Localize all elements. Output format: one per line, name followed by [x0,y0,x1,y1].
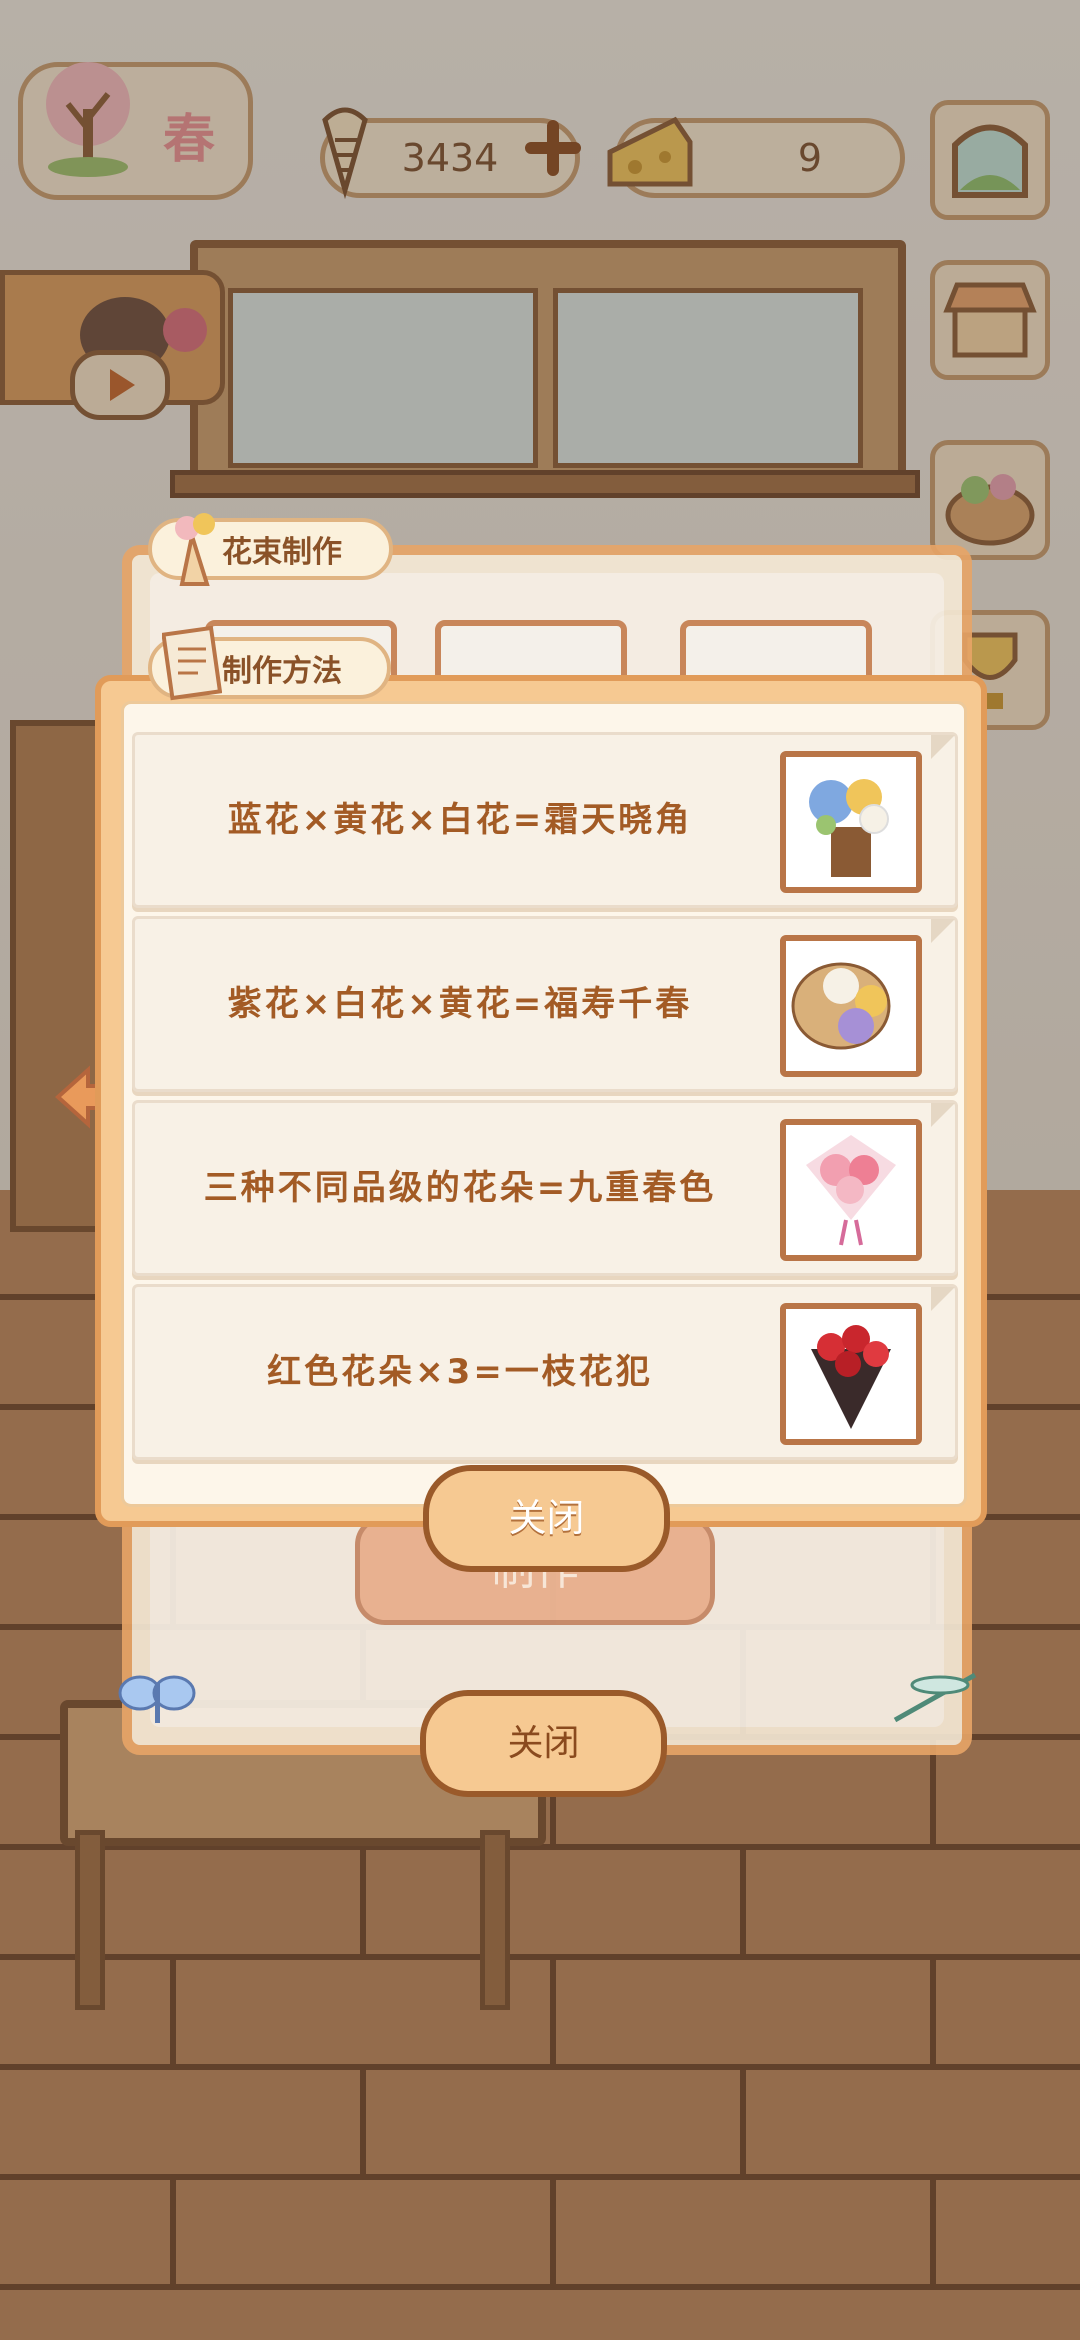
close-button[interactable]: 关闭 [423,1465,670,1572]
basket-bouquet-icon [780,935,922,1077]
dragonfly-icon [893,1672,977,1723]
bouquet-making-title-text: 花束制作 [222,535,342,570]
pink-bouquet-icon [780,1119,922,1261]
red-rose-bouquet-icon [780,1303,922,1445]
butterfly-icon [118,1675,196,1723]
recipe-row: 三种不同品级的花朵=九重春色 [132,1100,958,1276]
recipe-formula: 三种不同品级的花朵=九重春色 [203,1168,717,1208]
recipe-panel: 蓝花×黄花×白花=霜天晓角 紫花×白花×黄花=福寿千春 三种不同品级的花朵=九重… [95,675,987,1527]
recipe-formula: 红色花朵×3=一枝花犯 [267,1352,653,1392]
bouquet-icon [175,513,215,586]
recipe-row: 紫花×白花×黄花=福寿千春 [132,916,958,1092]
recipe-panel-title: 制作方法 [148,625,391,701]
recipe-panel-title-text: 制作方法 [222,654,342,689]
back-close-button[interactable]: 关闭 [420,1690,667,1797]
note-icon [162,625,222,701]
recipe-list: 蓝花×黄花×白花=霜天晓角 紫花×白花×黄花=福寿千春 三种不同品级的花朵=九重… [121,701,967,1507]
recipe-row: 红色花朵×3=一枝花犯 [132,1284,958,1460]
recipe-formula: 蓝花×黄花×白花=霜天晓角 [227,800,693,840]
recipe-row: 蓝花×黄花×白花=霜天晓角 [132,732,958,908]
recipe-formula: 紫花×白花×黄花=福寿千春 [227,984,693,1024]
bouquet-making-title: 花束制作 [148,513,393,586]
blue-yellow-bouquet-icon [780,751,922,893]
